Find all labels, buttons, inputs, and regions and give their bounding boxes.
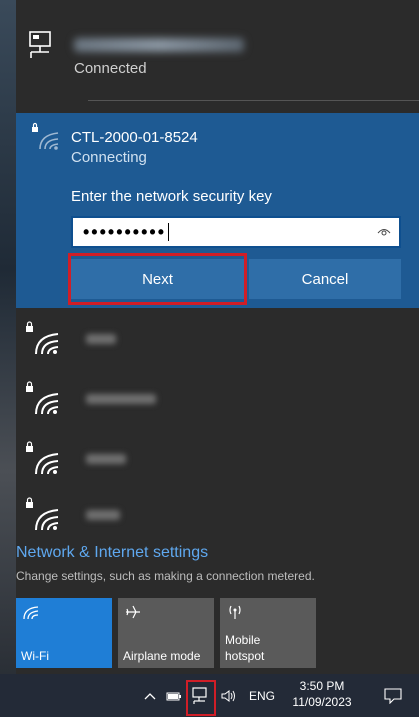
next-button-highlight	[68, 253, 247, 305]
tile-label: Mobile hotspot	[225, 632, 264, 664]
network-ssid: CTL-2000-01-8524	[71, 129, 198, 146]
wifi-icon	[23, 606, 39, 620]
text-caret	[168, 223, 170, 241]
cancel-button[interactable]: Cancel	[249, 259, 401, 299]
speaker-icon	[221, 689, 235, 702]
airplane-mode-tile[interactable]: Airplane mode	[118, 598, 214, 668]
ethernet-connection[interactable]: Connected	[16, 0, 419, 100]
wifi-toggle-tile[interactable]: Wi-Fi	[16, 598, 112, 668]
tile-label: Wi-Fi	[21, 649, 49, 663]
network-status: Connecting	[71, 149, 147, 166]
network-name-redacted	[86, 454, 126, 464]
wifi-secured-icon	[32, 122, 59, 150]
chevron-up-icon	[144, 692, 156, 699]
network-name-redacted	[86, 394, 156, 404]
network-settings-description: Change settings, such as making a connec…	[16, 569, 315, 583]
battery-icon	[166, 692, 181, 700]
battery-icon-button[interactable]	[164, 674, 184, 717]
clock[interactable]: 3:50 PM 11/09/2023	[290, 678, 354, 710]
wifi-secured-icon	[26, 381, 59, 415]
divider	[88, 100, 419, 101]
volume-button[interactable]	[218, 674, 240, 717]
ethernet-status: Connected	[74, 60, 147, 77]
action-center-button[interactable]	[378, 674, 408, 717]
wifi-secured-icon	[26, 321, 59, 355]
security-key-label: Enter the network security key	[71, 188, 272, 205]
password-dots: ••••••••••	[83, 221, 167, 242]
wifi-secured-icon	[26, 441, 59, 475]
network-name-redacted	[86, 334, 116, 344]
network-item[interactable]	[16, 368, 419, 428]
ethernet-icon	[29, 31, 51, 58]
clock-date: 11/09/2023	[292, 695, 352, 709]
network-item[interactable]	[16, 484, 419, 544]
network-settings-link[interactable]: Network & Internet settings	[16, 544, 208, 562]
reveal-password-icon[interactable]	[377, 226, 391, 238]
network-item[interactable]	[16, 308, 419, 368]
tile-label: Airplane mode	[123, 649, 201, 663]
tile-label-line1: Mobile	[225, 633, 261, 647]
hotspot-icon	[229, 605, 241, 619]
ethernet-name-redacted	[74, 38, 244, 52]
clock-time: 3:50 PM	[299, 679, 345, 693]
network-tray-highlight	[186, 680, 216, 716]
mobile-hotspot-tile[interactable]: Mobile hotspot	[220, 598, 316, 668]
wifi-secured-icon	[26, 497, 59, 531]
notification-icon	[384, 687, 402, 704]
show-hidden-icons-button[interactable]	[140, 674, 160, 717]
language-indicator[interactable]: ENG	[244, 674, 280, 717]
network-item[interactable]	[16, 428, 419, 488]
airplane-icon	[126, 605, 140, 619]
desktop-background-strip	[0, 0, 16, 674]
security-key-input[interactable]: ••••••••••	[71, 216, 401, 248]
tile-label-line2: hotspot	[225, 649, 265, 663]
network-name-redacted	[86, 510, 120, 520]
